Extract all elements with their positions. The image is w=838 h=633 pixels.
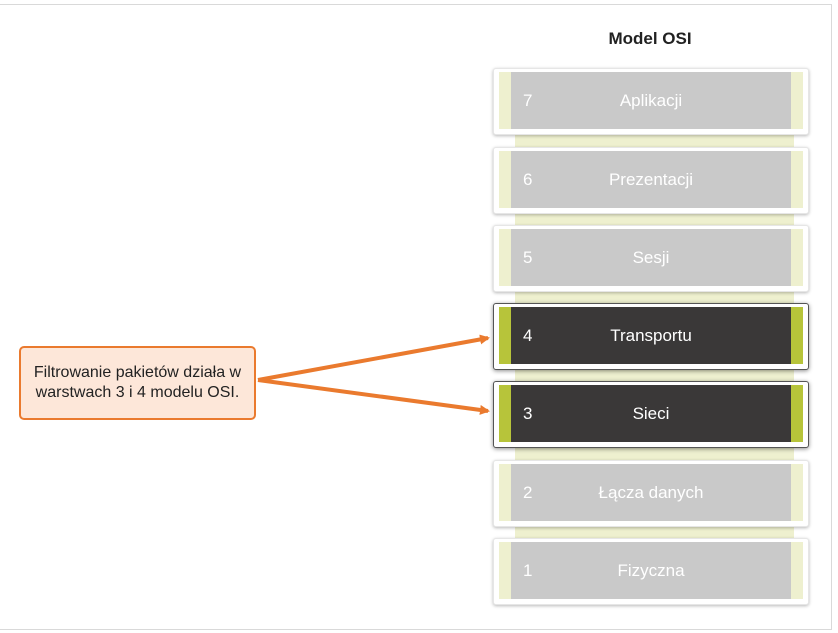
arrow-to-layer-3 [257, 378, 490, 415]
callout-box: Filtrowanie pakietów działa w warstwach … [19, 346, 256, 420]
callout-text: Filtrowanie pakietów działa w warstwach … [33, 364, 242, 401]
arrow-to-layer-4 [257, 334, 490, 382]
callout-arrows [257, 334, 490, 415]
